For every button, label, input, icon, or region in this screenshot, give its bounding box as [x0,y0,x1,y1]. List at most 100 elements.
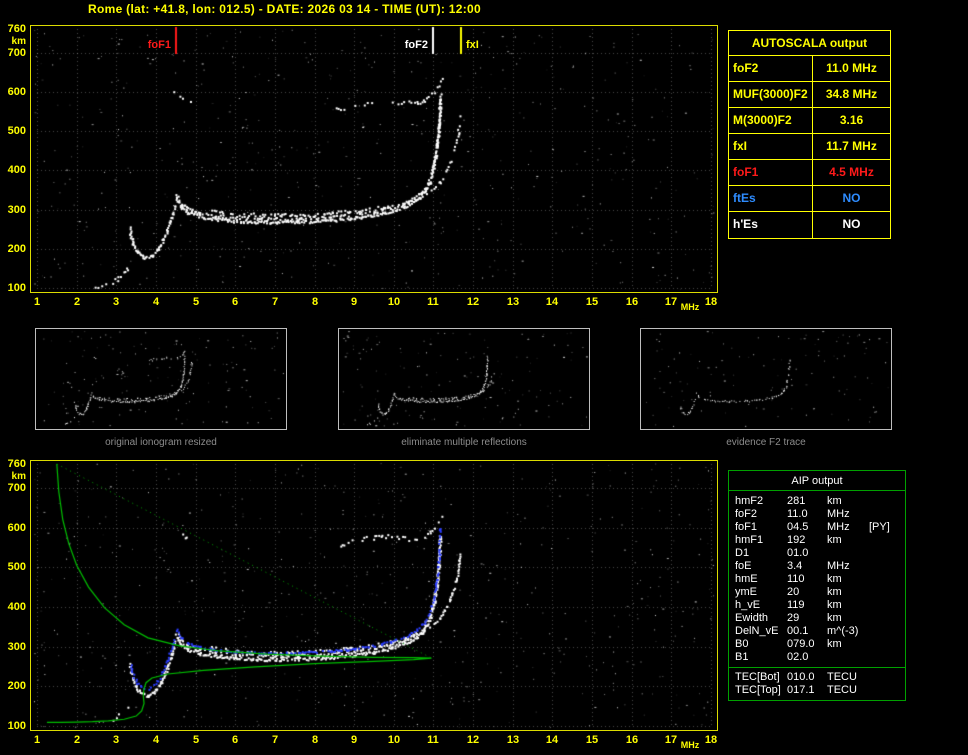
aip-param-unit: TECU [827,684,857,696]
x-axis-label-10: 10 [387,734,401,746]
y-axis-label-700: 700 [7,47,26,59]
aip-param-extra [869,651,905,664]
aip-param-unit [827,651,869,664]
y-axis-label-500: 500 [7,561,26,573]
y-axis-label-300: 300 [7,641,26,653]
aip-tec-row-TEC[Bot]: TEC[Bot] 010.0 TECU [729,671,905,684]
aip-param-extra [869,495,905,508]
aip-row-hmF2: hmF2 281 km [729,495,905,508]
x-axis-unit-label: MHz [680,302,700,312]
aip-param-extra [869,638,905,651]
aip-param-unit: MHz [827,508,850,520]
autoscala-row-foF1: foF1 4.5 MHz [729,160,890,186]
aip-param-unit: km [827,534,842,546]
autoscala-row-MUF(3000)F2: MUF(3000)F2 34.8 MHz [729,82,890,108]
aip-row-hmE: hmE 110 km [729,573,905,586]
aip-param-unit: km [827,638,842,650]
autoscala-param-label: MUF(3000)F2 [729,82,813,107]
autoscala-output-table: AUTOSCALA output foF2 11.0 MHz MUF(3000)F2… [728,30,891,239]
y-axis-unit-label: km [11,471,26,482]
aip-param-label: ymE [735,586,757,598]
y-axis-label-760: 760 [7,458,26,470]
autoscala-param-label: ftEs [729,186,813,211]
x-axis-label-14: 14 [545,734,559,746]
thumbnail-eliminate-multiples [338,328,590,430]
x-axis-label-12: 12 [466,734,480,746]
x-axis-label-9: 9 [350,296,358,308]
x-axis-label-5: 5 [192,296,200,308]
autoscala-row-h'Es: h'Es NO [729,212,890,238]
aip-param-extra [869,560,905,573]
aip-param-unit: km [827,612,842,624]
x-axis-label-6: 6 [231,296,239,308]
x-axis-label-12: 12 [466,296,480,308]
autoscala-param-label: h'Es [729,212,813,238]
aip-param-label: Ewidth [735,612,769,624]
aip-param-value: 11.0 [787,508,808,520]
x-axis-label-4: 4 [152,734,160,746]
aip-param-value: 079.0 [787,638,815,650]
autoscala-row-foF2: foF2 11.0 MHz [729,56,890,82]
x-axis-label-2: 2 [73,296,81,308]
aip-row-foF2: foF2 11.0 MHz [729,508,905,521]
aip-param-label: foE [735,560,752,572]
aip-param-extra [869,508,905,521]
x-axis-label-18: 18 [704,296,718,308]
y-axis-label-700: 700 [7,482,26,494]
aip-param-label: hmE [735,573,758,585]
aip-param-label: foF2 [735,508,758,520]
x-axis-label-10: 10 [387,296,401,308]
autoscala-table-title: AUTOSCALA output [729,31,890,56]
y-axis-label-600: 600 [7,522,26,534]
autoscala-row-fxI: fxI 11.7 MHz [729,134,890,160]
x-axis-label-13: 13 [506,296,520,308]
profile-ionogram-canvas [31,461,717,730]
x-axis-label-15: 15 [585,734,599,746]
x-axis-label-9: 9 [350,734,358,746]
autoscala-param-value: 11.7 MHz [826,139,877,153]
aip-row-D1: D1 01.0 [729,547,905,560]
x-axis-label-1: 1 [33,296,41,308]
aip-param-unit: km [827,599,842,611]
aip-tec-row-TEC[Top]: TEC[Top] 017.1 TECU [729,684,905,697]
x-axis-label-3: 3 [112,296,120,308]
x-axis-label-7: 7 [271,296,279,308]
aip-param-label: DelN_vE [735,625,779,637]
aip-param-label: B0 [735,638,749,650]
aip-param-unit: MHz [827,521,850,533]
aip-param-unit: km [827,586,842,598]
ionogram-canvas [31,26,717,292]
aip-param-value: 110 [787,573,805,585]
thumbnail-original-ionogram [35,328,287,430]
aip-row-Ewidth: Ewidth 29 km [729,612,905,625]
aip-param-extra [869,671,905,684]
aip-param-unit: MHz [827,560,850,572]
x-axis-label-11: 11 [427,296,439,308]
aip-row-B0: B0 079.0 km [729,638,905,651]
aip-param-value: 3.4 [787,560,803,572]
x-axis-label-7: 7 [271,734,279,746]
aip-param-label: D1 [735,547,750,559]
x-axis-label-1: 1 [33,734,41,746]
aip-param-unit: m^(-3) [827,625,859,637]
aip-param-extra [869,573,905,586]
x-axis-label-14: 14 [545,296,559,308]
autoscala-param-value: 34.8 MHz [825,87,878,101]
x-axis-label-18: 18 [704,734,718,746]
aip-param-value: 017.1 [787,684,815,696]
aip-row-DelN_vE: DelN_vE 00.1 m^(-3) [729,625,905,638]
x-axis-label-5: 5 [192,734,200,746]
autoscala-row-ftEs: ftEs NO [729,186,890,212]
x-axis-label-8: 8 [311,296,319,308]
aip-param-label: hmF1 [735,534,764,546]
thumbnail-evidence-f2 [640,328,892,430]
aip-param-label: hmF2 [735,495,764,507]
y-axis-label-500: 500 [7,125,26,137]
x-axis-label-6: 6 [231,734,239,746]
x-axis-label-8: 8 [311,734,319,746]
autoscala-table-rows: foF2 11.0 MHz MUF(3000)F2 34.8 MHz M(3000)F2… [729,56,890,238]
marker-label-foF1: foF1 [147,39,171,51]
aip-param-value: 04.5 [787,521,809,533]
thumbnail-caption-eliminate: eliminate multiple reflections [401,437,527,448]
y-axis-label-760: 760 [7,23,26,35]
